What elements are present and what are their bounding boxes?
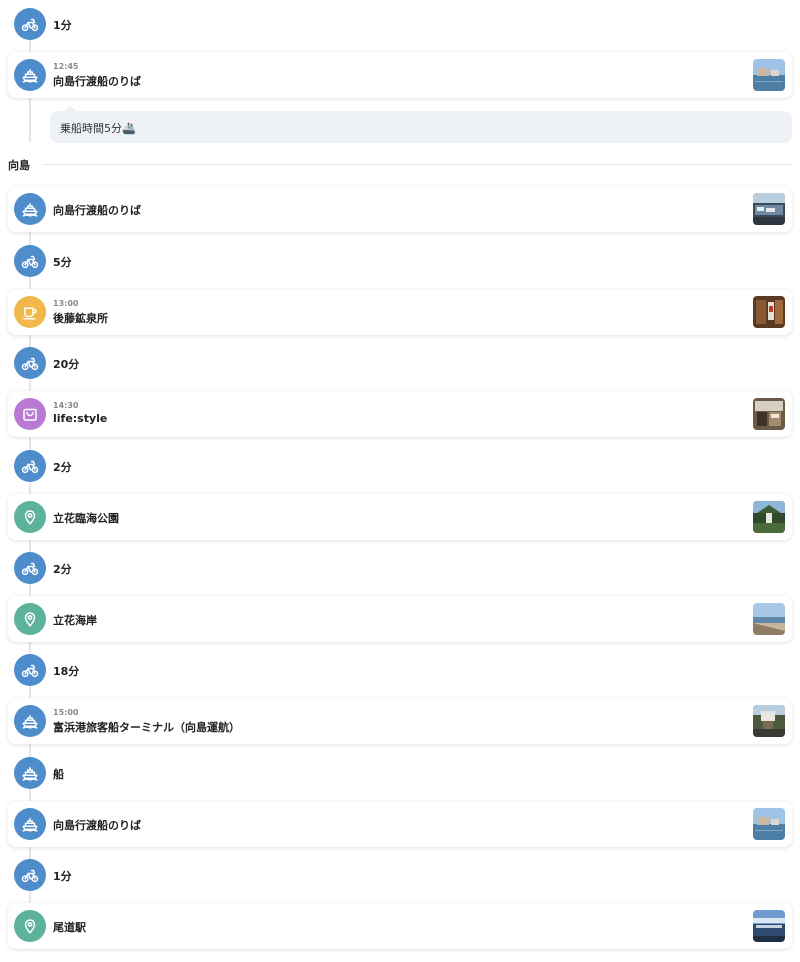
spot-title: life:style [53, 412, 108, 425]
spot-card[interactable]: 立花海岸 [8, 596, 792, 642]
ferry-icon [14, 193, 46, 225]
spot-title: 向島行渡船のりば [53, 204, 141, 217]
spot-time: 15:00 [53, 708, 79, 717]
bicycle-icon [14, 347, 46, 379]
spot-card[interactable]: 14:30 life:style [8, 391, 792, 437]
ferry-icon [14, 808, 46, 840]
ferry-duration-text: 乗船時間5分🚢 [60, 122, 136, 135]
timeline-line [29, 98, 31, 142]
spot-title: 向島行渡船のりば [53, 75, 141, 88]
spot-thumbnail[interactable] [753, 603, 785, 635]
bicycle-icon [14, 245, 46, 277]
spot-thumbnail[interactable] [753, 705, 785, 737]
pin-icon [14, 910, 46, 942]
ferry-icon [14, 59, 46, 91]
pin-icon [14, 501, 46, 533]
spot-card[interactable]: 向島行渡船のりば [8, 801, 792, 847]
spot-title: 立花海岸 [53, 614, 97, 627]
spot-thumbnail[interactable] [753, 910, 785, 942]
spot-thumbnail[interactable] [753, 398, 785, 430]
spot-time: 12:45 [53, 62, 79, 71]
bicycle-icon [14, 552, 46, 584]
spot-title: 後藤鉱泉所 [53, 312, 108, 325]
travel-duration: 1分 [53, 870, 72, 883]
spot-title: 向島行渡船のりば [53, 819, 141, 832]
spot-title: 富浜港旅客船ターミナル（向島運航） [53, 721, 240, 734]
spot-thumbnail[interactable] [753, 59, 785, 91]
spot-thumbnail[interactable] [753, 296, 785, 328]
spot-card[interactable]: 立花臨海公園 [8, 494, 792, 540]
bag-icon [14, 398, 46, 430]
spot-title: 尾道駅 [53, 921, 86, 934]
spot-card[interactable]: 尾道駅 [8, 903, 792, 949]
itinerary-timeline: 乗船時間5分🚢 向島 1分 12:45 向島行渡船のりば 向島行渡船のりば 5分 13:0… [0, 0, 800, 962]
spot-card[interactable]: 15:00 富浜港旅客船ターミナル（向島運航） [8, 698, 792, 744]
pin-icon [14, 603, 46, 635]
spot-thumbnail[interactable] [753, 808, 785, 840]
travel-duration: 船 [53, 768, 64, 781]
travel-duration: 1分 [53, 19, 72, 32]
spot-card[interactable]: 12:45 向島行渡船のりば [8, 52, 792, 98]
bicycle-icon [14, 8, 46, 40]
ferry-icon [14, 757, 46, 789]
spot-time: 13:00 [53, 299, 79, 308]
travel-duration: 20分 [53, 358, 80, 371]
spot-card[interactable]: 向島行渡船のりば [8, 186, 792, 232]
section-header: 向島 [8, 157, 792, 172]
spot-thumbnail[interactable] [753, 501, 785, 533]
travel-duration: 2分 [53, 461, 72, 474]
travel-duration: 5分 [53, 256, 72, 269]
ferry-icon [14, 705, 46, 737]
travel-duration: 2分 [53, 563, 72, 576]
bicycle-icon [14, 654, 46, 686]
cup-icon [14, 296, 46, 328]
bicycle-icon [14, 859, 46, 891]
spot-card[interactable]: 13:00 後藤鉱泉所 [8, 289, 792, 335]
section-divider [42, 164, 792, 165]
travel-duration: 18分 [53, 665, 80, 678]
spot-time: 14:30 [53, 401, 79, 410]
bicycle-icon [14, 450, 46, 482]
section-label: 向島 [8, 159, 30, 172]
spot-thumbnail[interactable] [753, 193, 785, 225]
ferry-duration-note: 乗船時間5分🚢 [50, 105, 792, 143]
spot-title: 立花臨海公園 [53, 512, 119, 525]
